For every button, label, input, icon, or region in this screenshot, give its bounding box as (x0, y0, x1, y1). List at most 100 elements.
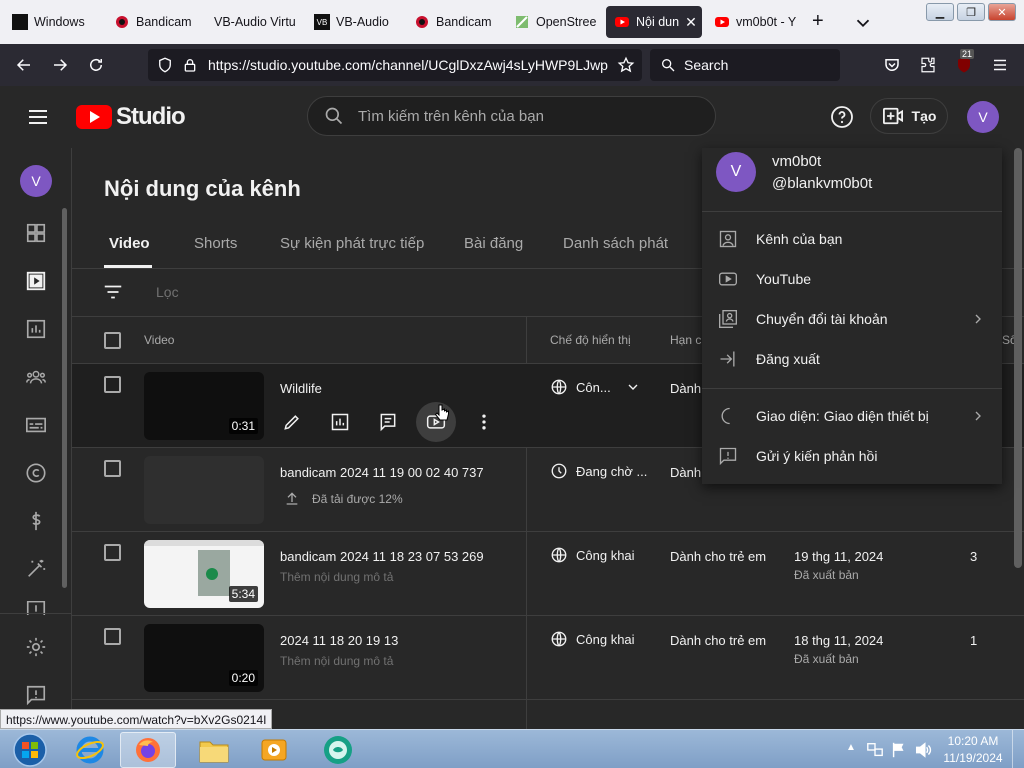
row-checkbox[interactable] (104, 544, 121, 561)
browser-tab[interactable]: OpenStree (506, 6, 604, 38)
browser-tab-active[interactable]: Nội dun ✕ (606, 6, 702, 38)
tab-shorts[interactable]: Shorts (194, 235, 237, 252)
table-row[interactable]: 0:20 2024 11 18 20 19 13 Thêm nội dung m… (72, 616, 1024, 700)
pocket-icon[interactable] (878, 51, 906, 79)
internet-explorer-taskbar-icon[interactable] (62, 732, 118, 768)
file-explorer-taskbar-icon[interactable] (186, 732, 242, 768)
action-center-flag-icon[interactable] (890, 741, 908, 759)
help-icon[interactable] (830, 105, 854, 129)
content-icon[interactable] (24, 269, 48, 293)
video-thumbnail[interactable]: 0:20 (144, 624, 264, 692)
menu-item-send-feedback[interactable]: Gửi ý kiến phản hồi (718, 436, 986, 476)
earn-icon[interactable] (24, 509, 48, 533)
filter-icon[interactable] (102, 281, 124, 303)
media-player-taskbar-icon[interactable] (246, 732, 302, 768)
firefox-taskbar-icon[interactable] (120, 732, 176, 768)
show-hidden-icons-icon[interactable]: ▲ (846, 742, 856, 753)
customization-icon[interactable] (24, 557, 48, 581)
channel-search-input[interactable]: Tìm kiếm trên kênh của bạn (307, 96, 716, 136)
browser-search-field[interactable]: Search (650, 49, 840, 81)
minimize-window-button[interactable]: ▁ (926, 3, 954, 21)
content-scrollbar[interactable] (1014, 148, 1022, 568)
tab-video[interactable]: Video (109, 235, 150, 252)
back-button[interactable] (10, 51, 38, 79)
dashboard-icon[interactable] (24, 221, 48, 245)
video-thumbnail[interactable]: 5:34 (144, 540, 264, 608)
menu-item-sign-out[interactable]: Đăng xuất (718, 339, 986, 379)
row-checkbox[interactable] (104, 460, 121, 477)
filter-input[interactable]: Lọc (156, 284, 179, 300)
analytics-icon[interactable] (24, 317, 48, 341)
browser-tab[interactable]: Bandicam (106, 6, 204, 38)
row-checkbox[interactable] (104, 376, 121, 393)
close-tab-icon[interactable]: ✕ (685, 14, 697, 31)
app-menu-icon[interactable] (986, 51, 1014, 79)
restore-window-button[interactable]: ❐ (957, 3, 985, 21)
visibility-status[interactable]: Công khai (550, 546, 635, 564)
video-title[interactable]: bandicam 2024 11 18 23 07 53 269 (280, 549, 484, 564)
close-window-button[interactable]: ✕ (988, 3, 1016, 21)
forward-button[interactable] (46, 51, 74, 79)
studio-logo[interactable]: Studio (76, 103, 186, 131)
start-button[interactable] (2, 732, 58, 768)
sidebar-scrollbar[interactable] (62, 208, 67, 588)
browser-tab[interactable]: VB VB-Audio (306, 6, 406, 38)
account-avatar-button[interactable]: V (967, 101, 999, 133)
copyright-icon[interactable] (24, 461, 48, 485)
browser-tab[interactable]: vm0b0t - Y (706, 6, 804, 38)
channel-avatar[interactable]: V (20, 165, 52, 197)
menu-item-youtube[interactable]: YouTube (718, 259, 986, 299)
create-button[interactable]: Tạo (870, 98, 948, 134)
reload-button[interactable] (82, 51, 110, 79)
menu-item-switch-account[interactable]: Chuyển đổi tài khoản (718, 299, 986, 339)
taskbar-clock-time[interactable]: 10:20 AM (940, 734, 1006, 748)
video-thumbnail-placeholder[interactable] (144, 456, 264, 524)
volume-icon[interactable] (914, 741, 932, 759)
video-description[interactable]: Thêm nội dung mô tả (280, 654, 393, 668)
video-thumbnail[interactable]: 0:31 (144, 372, 264, 440)
shield-icon[interactable] (156, 56, 174, 74)
menu-item-your-channel[interactable]: Kênh của bạn (718, 219, 986, 259)
taskbar-clock-date[interactable]: 11/19/2024 (940, 751, 1006, 765)
column-header-visibility[interactable]: Chế độ hiển thị (550, 333, 631, 347)
visibility-status[interactable]: Công khai (550, 630, 635, 648)
column-header-restrictions[interactable]: Hạn c (670, 333, 701, 347)
settings-icon[interactable] (24, 635, 48, 659)
ublock-extension-icon[interactable]: 21 (950, 49, 978, 79)
menu-item-appearance[interactable]: Giao diện: Giao diện thiết bị (718, 396, 986, 436)
list-all-tabs-icon[interactable] (852, 12, 874, 34)
feedback-icon[interactable] (24, 683, 48, 707)
more-options-icon[interactable] (474, 412, 494, 432)
url-text[interactable]: https://studio.youtube.com/channel/UCglD… (208, 57, 608, 73)
visibility-value: Đang chờ ... (576, 463, 648, 479)
select-all-checkbox[interactable] (104, 332, 121, 349)
community-icon[interactable] (24, 365, 48, 389)
extensions-icon[interactable] (914, 51, 942, 79)
edit-details-icon[interactable] (282, 412, 302, 432)
url-bar[interactable]: https://studio.youtube.com/channel/UCglD… (148, 49, 642, 81)
new-tab-button[interactable]: + (812, 10, 824, 33)
chat-app-taskbar-icon[interactable] (310, 732, 366, 768)
row-checkbox[interactable] (104, 628, 121, 645)
tab-playlists[interactable]: Danh sách phát (563, 235, 668, 252)
video-title[interactable]: bandicam 2024 11 19 00 02 40 737 (280, 465, 484, 480)
comments-icon[interactable] (378, 412, 398, 432)
bookmark-star-icon[interactable] (612, 51, 640, 79)
video-title[interactable]: Wildlife (280, 381, 322, 396)
browser-tab[interactable]: Bandicam (406, 6, 506, 38)
browser-tab[interactable]: VB-Audio Virtu (206, 6, 306, 38)
subtitles-icon[interactable] (24, 413, 48, 437)
visibility-dropdown[interactable]: Côn... (550, 378, 641, 396)
tab-live[interactable]: Sự kiện phát trực tiếp (280, 235, 424, 252)
video-title[interactable]: 2024 11 18 20 19 13 (280, 633, 398, 648)
show-desktop-button[interactable] (1012, 730, 1024, 768)
table-row[interactable]: 5:34 bandicam 2024 11 18 23 07 53 269 Th… (72, 532, 1024, 616)
column-header-video[interactable]: Video (144, 333, 174, 347)
hamburger-menu-icon[interactable] (26, 105, 50, 129)
video-description[interactable]: Thêm nội dung mô tả (280, 570, 393, 584)
lock-icon[interactable] (182, 57, 198, 73)
tab-posts[interactable]: Bài đăng (464, 235, 523, 252)
browser-tab[interactable]: Windows (4, 6, 104, 38)
analytics-icon[interactable] (330, 412, 350, 432)
network-icon[interactable] (866, 741, 884, 759)
